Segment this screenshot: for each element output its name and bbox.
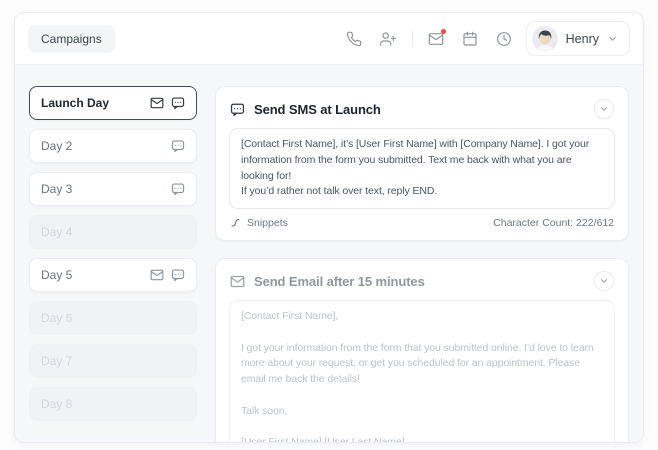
snippets-label: Snippets xyxy=(247,217,288,229)
sms-message-input[interactable]: [Contact First Name], it’s [User First N… xyxy=(229,128,615,209)
mail-icon xyxy=(150,268,164,282)
sms-icon xyxy=(171,268,185,282)
snippets-icon xyxy=(230,218,241,229)
card-header: Send Email after 15 minutes xyxy=(229,269,615,300)
phone-icon[interactable] xyxy=(341,25,368,52)
sidebar-item-day-7[interactable]: Day 7 xyxy=(29,344,197,378)
sidebar-item-label: Day 7 xyxy=(41,354,72,368)
sidebar-item-day-6[interactable]: Day 6 xyxy=(29,301,197,335)
sms-icon xyxy=(171,96,185,110)
mail-icon xyxy=(150,96,164,110)
card-footer: Snippets Character Count: 222/612 xyxy=(229,209,615,231)
character-count: Character Count: 222/612 xyxy=(493,217,614,229)
chevron-down-icon xyxy=(607,33,618,44)
sidebar-item-day-3[interactable]: Day 3 xyxy=(29,172,197,206)
chevron-down-icon xyxy=(599,276,609,286)
sms-icon xyxy=(171,182,185,196)
email-step-card: Send Email after 15 minutes [Contact Fir… xyxy=(215,258,629,443)
app-window: Campaigns Henry xyxy=(14,12,644,443)
toolbar-divider xyxy=(412,31,413,46)
campaigns-nav[interactable]: Campaigns xyxy=(28,25,115,53)
sidebar-item-label: Day 6 xyxy=(41,311,72,325)
card-header: Send SMS at Launch xyxy=(229,97,615,128)
snippets-button[interactable]: Snippets xyxy=(230,217,288,229)
top-bar: Campaigns Henry xyxy=(15,13,643,64)
sidebar-item-day-8[interactable]: Day 8 xyxy=(29,387,197,421)
chevron-down-icon xyxy=(599,104,609,114)
avatar xyxy=(532,26,558,52)
card-title: Send Email after 15 minutes xyxy=(254,274,585,289)
collapse-button[interactable] xyxy=(594,271,614,291)
content-area: Launch Day Day 2 Day 3 Day 4 xyxy=(15,64,643,443)
sms-icon xyxy=(171,139,185,153)
sidebar-item-day-2[interactable]: Day 2 xyxy=(29,129,197,163)
card-title: Send SMS at Launch xyxy=(254,102,585,117)
notification-dot xyxy=(441,29,446,34)
sidebar-item-label: Day 5 xyxy=(41,268,72,282)
sidebar-item-label: Launch Day xyxy=(41,96,109,110)
sidebar-item-label: Day 3 xyxy=(41,182,72,196)
sms-step-card: Send SMS at Launch [Contact First Name],… xyxy=(215,86,629,241)
step-editor-column: Send SMS at Launch [Contact First Name],… xyxy=(215,86,629,443)
sidebar-item-day-5[interactable]: Day 5 xyxy=(29,258,197,292)
add-contact-icon[interactable] xyxy=(375,25,402,52)
sms-icon xyxy=(230,102,245,117)
mail-notifications-icon[interactable] xyxy=(423,25,450,52)
sidebar-item-day-4[interactable]: Day 4 xyxy=(29,215,197,249)
sidebar-item-label: Day 4 xyxy=(41,225,72,239)
campaign-steps-sidebar: Launch Day Day 2 Day 3 Day 4 xyxy=(29,86,197,443)
clock-icon[interactable] xyxy=(491,25,518,52)
mail-icon xyxy=(230,274,245,289)
user-name: Henry xyxy=(566,32,599,46)
user-menu[interactable]: Henry xyxy=(526,21,630,56)
collapse-button[interactable] xyxy=(594,99,614,119)
calendar-icon[interactable] xyxy=(457,25,484,52)
toolbar-icons xyxy=(341,25,518,52)
email-message-input[interactable]: [Contact First Name], I got your informa… xyxy=(229,300,615,443)
sidebar-item-label: Day 8 xyxy=(41,397,72,411)
sidebar-item-label: Day 2 xyxy=(41,139,72,153)
sidebar-item-launch-day[interactable]: Launch Day xyxy=(29,86,197,120)
